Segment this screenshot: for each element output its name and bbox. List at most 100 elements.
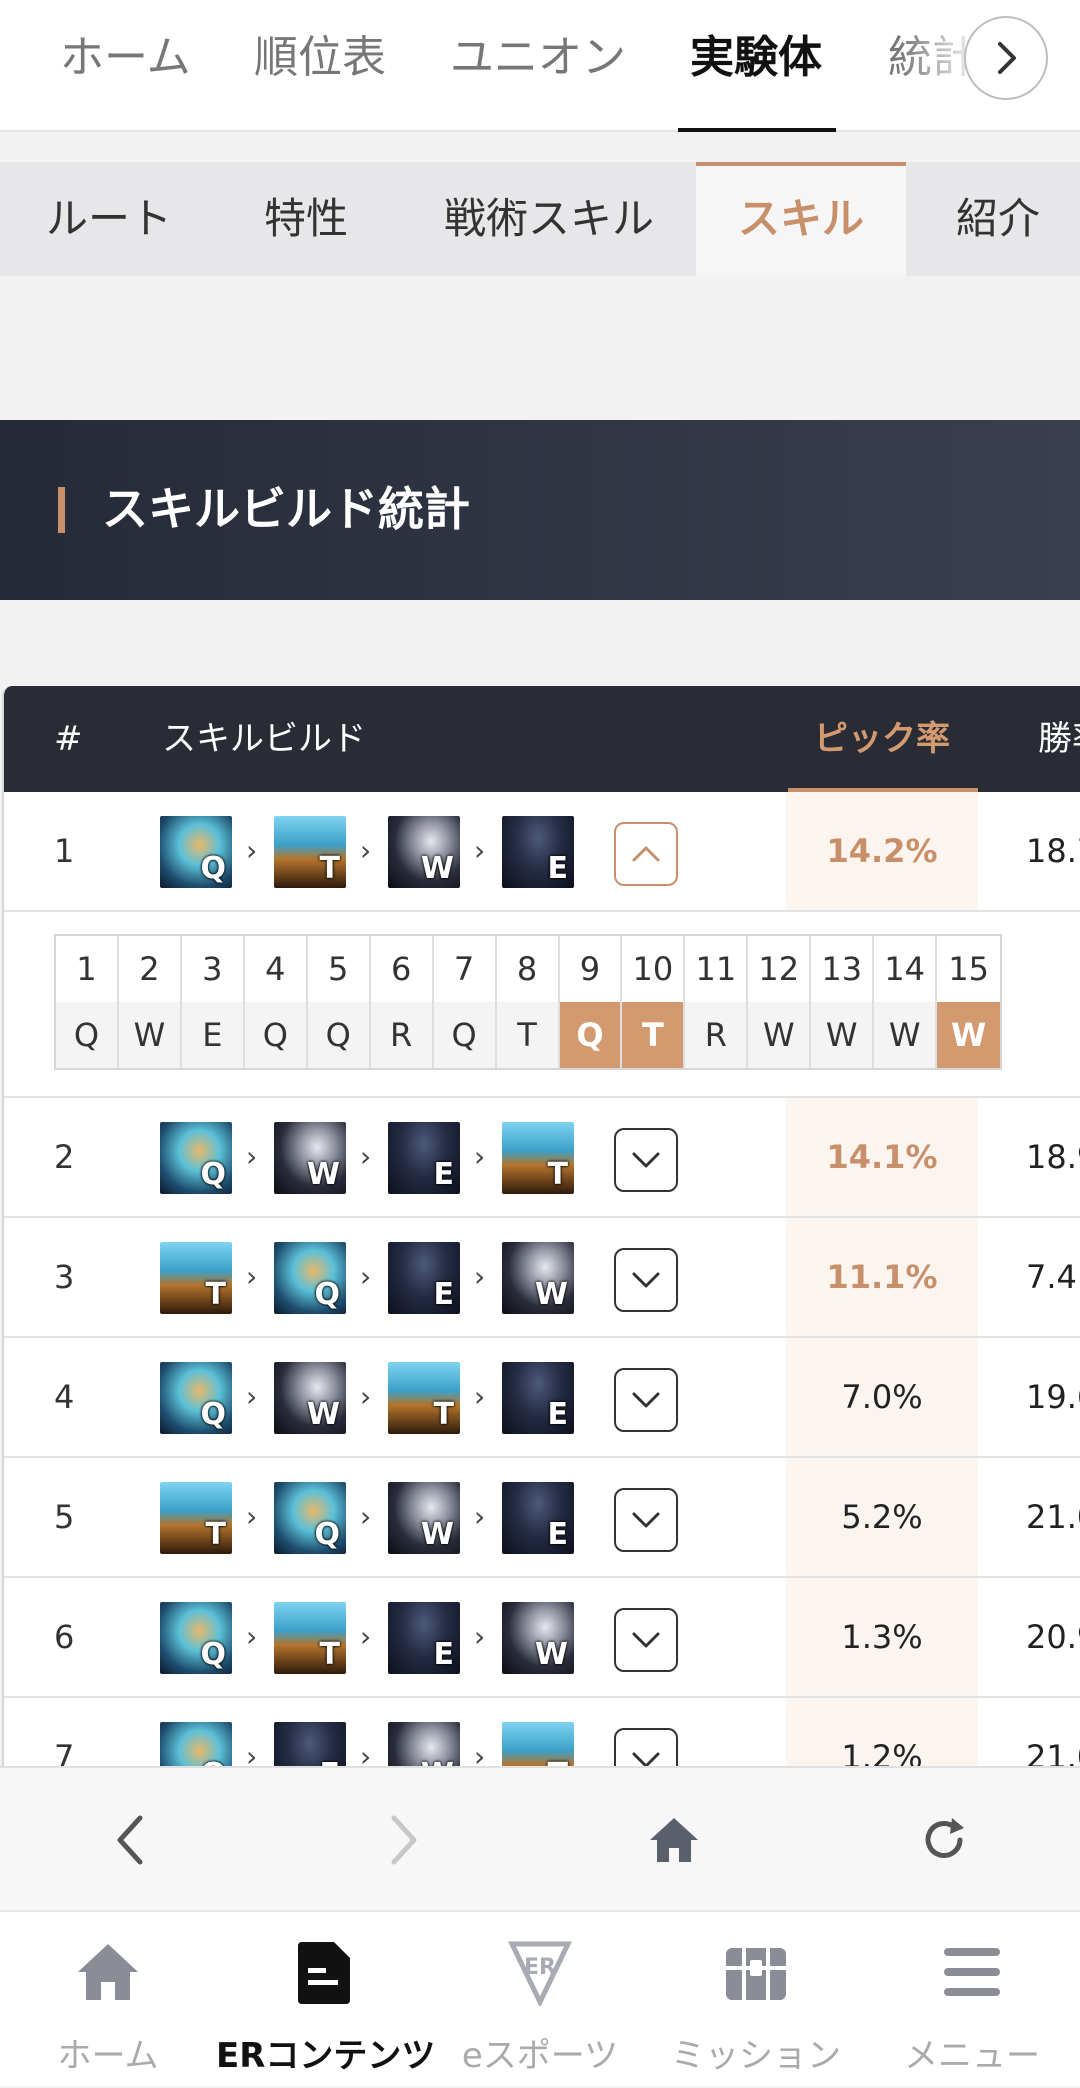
level-number: 12 [748,936,810,1002]
sequence-arrow-icon: › [246,1740,258,1766]
skill-order-cell: 15 W [937,936,1001,1068]
level-number: 2 [118,936,180,1002]
sequence-arrow-icon: › [246,1380,258,1413]
chevron-right-icon [998,42,1016,74]
sub-tabs: ルート 特性 戦術スキル スキル 紹介 [0,162,1080,276]
skill-key-label: W [534,1277,568,1312]
skill-order-cell: 14 W [874,936,938,1068]
bottom-nav-er-content[interactable]: ERコンテンツ [216,1938,435,2088]
row-rank: 2 [54,1138,75,1176]
skill-key-label: E [433,1277,455,1312]
table-row[interactable]: 5 T › Q › W › E 5.2% 21.0 [4,1458,1080,1578]
reload-icon [925,1818,964,1858]
expand-button[interactable] [614,1608,678,1672]
pick-rate-cell: 1.2% [841,1738,923,1766]
skill-key-label: T [319,1637,340,1672]
level-number: 10 [622,936,684,1002]
bottom-navigation: ホーム ERコンテンツ ER eスポーツ ミッション メニュー [0,1910,1080,2086]
win-rate-cell: 21.0 [1026,1498,1080,1536]
header-pick-rate[interactable]: ピック率 [814,686,950,792]
bottom-nav-missions[interactable]: ミッション [648,1938,864,2088]
expand-button[interactable] [614,1488,678,1552]
hamburger-menu-icon [944,1948,1000,1996]
section-header: スキルビルド統計 [0,420,1080,600]
level-number: 15 [937,936,1001,1002]
subtab-traits[interactable]: 特性 [264,162,348,276]
top-tab-union[interactable]: ユニオン [450,28,626,88]
table-row[interactable]: 1 Q › T › W › E 14.2% 18.7 [4,792,1080,912]
collapse-button[interactable] [614,822,678,886]
skill-order-cell: 10 T [622,936,686,1068]
skill-q-icon: Q [160,1362,232,1434]
browser-reload-button[interactable] [912,1808,976,1872]
expand-button[interactable] [614,1128,678,1192]
sequence-arrow-icon: › [360,834,372,867]
subtab-skills[interactable]: スキル [696,162,906,276]
tabs-next-button[interactable] [964,16,1048,100]
chevron-down-icon [632,1752,660,1766]
skill-key-label: W [306,1157,340,1192]
chevron-down-icon [632,1272,660,1288]
skill-w-icon: W [388,1482,460,1554]
top-tab-home[interactable]: ホーム [60,28,191,88]
sequence-arrow-icon: › [360,1620,372,1653]
level-skill: W [874,1002,936,1068]
bottom-nav-home[interactable]: ホーム [0,1938,216,2088]
browser-toolbar [0,1766,1080,1910]
expand-button[interactable] [614,1728,678,1766]
win-rate-cell: 19.6 [1026,1378,1080,1416]
sequence-arrow-icon: › [360,1140,372,1173]
bottom-nav-menu[interactable]: メニュー [864,1938,1080,2088]
bottom-nav-label: メニュー [904,2036,1040,2076]
skill-e-icon: E [274,1722,346,1766]
win-rate-cell: 21.0 [1026,1738,1080,1766]
top-tab-subjects[interactable]: 実験体 [690,28,822,88]
level-number: 3 [181,936,243,1002]
level-skill: R [685,1002,747,1068]
subtab-route[interactable]: ルート [46,162,172,276]
table-row[interactable]: 6 Q › T › E › W 1.3% 20.9 [4,1578,1080,1698]
sequence-arrow-icon: › [360,1380,372,1413]
table-row[interactable]: 2 Q › W › E › T 14.1% 18.9 [4,1098,1080,1218]
level-number: 9 [559,936,621,1002]
skill-key-label: T [547,1157,568,1192]
skill-q-icon: Q [160,1122,232,1194]
level-skill: W [748,1002,810,1068]
subtab-intro[interactable]: 紹介 [956,162,1040,276]
level-skill: Q [307,1002,369,1068]
skill-key-label: Q [314,1277,340,1312]
browser-home-button[interactable] [642,1808,706,1872]
level-skill: Q [433,1002,495,1068]
skill-key-label: W [420,851,454,886]
table-row[interactable]: 3 T › Q › E › W 11.1% 7.4 [4,1218,1080,1338]
expand-button[interactable] [614,1368,678,1432]
sequence-arrow-icon: › [474,1140,486,1173]
expand-button[interactable] [614,1248,678,1312]
skill-order-cell: 1Q [56,936,119,1068]
table-row[interactable]: 4 Q › W › T › E 7.0% 19.6 [4,1338,1080,1458]
skill-t-icon: T [274,816,346,888]
skill-key-label: T [433,1397,454,1432]
pick-rate-cell: 11.1% [826,1258,938,1296]
skill-w-icon: W [502,1602,574,1674]
browser-back-button[interactable] [98,1808,162,1872]
win-rate-cell: 20.9 [1026,1618,1080,1656]
sequence-arrow-icon: › [474,1380,486,1413]
skill-order-cell: 7Q [433,936,497,1068]
level-number: 5 [307,936,369,1002]
skill-q-icon: Q [160,1722,232,1766]
browser-forward-button[interactable] [372,1808,436,1872]
bottom-nav-esports[interactable]: ER eスポーツ [432,1938,648,2088]
top-tab-rankings[interactable]: 順位表 [254,28,386,88]
skill-t-icon: T [502,1722,574,1766]
section-title: スキルビルド統計 [102,482,470,536]
skill-key-label: E [433,1637,455,1672]
header-win-rate[interactable]: 勝率 [1038,686,1080,792]
bottom-nav-label: ホーム [57,2036,159,2076]
table-row[interactable]: 7 Q › E › W › T 1.2% 21.0 [4,1698,1080,1766]
document-icon [298,1942,350,2004]
skill-t-icon: T [160,1482,232,1554]
top-navigation: ホーム 順位表 ユニオン 実験体 統計 [0,0,1080,132]
subtab-tactical-skills[interactable]: 戦術スキル [444,162,654,276]
row-rank: 7 [54,1738,75,1766]
